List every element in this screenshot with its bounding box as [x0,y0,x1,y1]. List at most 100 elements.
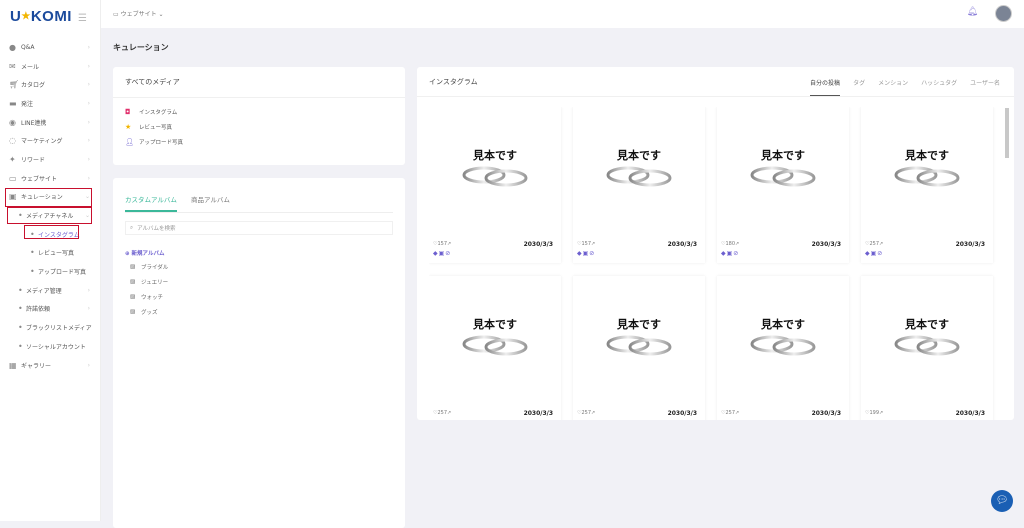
post-card[interactable]: 見本です ♡257↗ 2030/3/3 ◆▣⊘ [429,276,561,420]
post-card[interactable]: 見本です ♡157↗ 2030/3/3 ◆▣⊘ [429,107,561,263]
album-item[interactable]: ▨ ジュエリー [113,274,405,289]
sidebar-item-label: ギャラリー [21,362,52,370]
bullet-icon: • [30,267,35,277]
album-label: ジュエリー [141,279,169,286]
sidebar-item[interactable]: • レビュー写真 [0,244,100,263]
post-card[interactable]: 見本です ♡257↗ 2030/3/3 ◆▣⊘ [717,276,849,420]
external-link-icon[interactable]: ↗ [879,241,883,247]
post-card[interactable]: 見本です ♡157↗ 2030/3/3 ◆▣⊘ [573,107,705,263]
album-label: ブライダル [141,264,169,271]
post-date: 2030/3/3 [955,410,985,417]
sidebar-item[interactable]: ▬ 発注 › [0,94,100,113]
sidebar-item[interactable]: ▭ ウェブサイト › [0,169,100,188]
sidebar-item-label: 許諾依頼 [26,306,51,314]
cart-icon: 🛒︎ [9,80,20,90]
post-card[interactable]: 見本です ♡199↗ 2030/3/3 ◆▣⊘ [861,276,993,420]
chevron-icon: › [87,286,90,294]
logo[interactable]: U★KOMI [10,8,72,25]
album-item[interactable]: ▨ ブライダル [113,259,405,274]
post-date: 2030/3/3 [523,241,553,248]
sidebar-item[interactable]: • ソーシャルアカウント [0,337,100,356]
block-icon[interactable]: ⊘ [877,250,883,257]
image-icon: ▨ [130,278,136,285]
chevron-icon: › [87,118,90,126]
block-icon[interactable]: ⊘ [877,419,883,420]
bullet-icon: • [30,248,35,258]
likes-value: 257 [581,410,592,416]
likes-value: 157 [581,241,592,247]
tab-instagram[interactable]: ユーザー名 [970,78,1000,96]
rings-image [750,166,816,187]
external-link-icon[interactable]: ↗ [735,410,739,416]
block-icon[interactable]: ⊘ [733,250,739,257]
block-icon[interactable]: ⊘ [589,250,595,257]
sidebar-item-label: メール [21,63,40,71]
sidebar-item[interactable]: • メディア管理 › [0,281,100,300]
gift-icon: ✦ [9,154,16,164]
tab-custom-album[interactable]: カスタムアルバム [125,194,177,212]
media-instagram[interactable]: ◘ インスタグラム [113,104,405,119]
bell-icon[interactable]: 🔔︎ [967,7,978,17]
likes-value: 257 [437,410,448,416]
chevron-icon: › [87,99,90,107]
sidebar-item[interactable]: • ブラックリストメディア [0,318,100,337]
image-icon: ▨ [130,263,136,270]
rings-image [606,335,672,356]
like-count: ♡157↗ [577,241,596,247]
album-search-input[interactable]: ⌕ アルバムを検索 [125,221,393,235]
like-count: ♡157↗ [433,241,452,247]
chevron-icon: › [87,62,90,70]
tab-instagram[interactable]: メンション [878,78,908,96]
chat-icon: ● [9,42,16,52]
external-link-icon[interactable]: ↗ [879,410,883,416]
sidebar-item[interactable]: ● Q&A › [0,38,100,57]
sidebar-item[interactable]: • アップロード写真 [0,262,100,281]
tab-product-album[interactable]: 商品アルバム [191,194,230,212]
sidebar-item[interactable]: ◌ マーケティング › [0,131,100,150]
like-count: ♡257↗ [433,410,452,416]
external-link-icon[interactable]: ↗ [447,410,451,416]
sidebar-item[interactable]: • 許諾依頼 › [0,300,100,319]
bullet-icon: • [18,323,23,333]
instagram-icon: ◘ [125,107,131,116]
menu-toggle-icon[interactable]: ☰ [78,13,88,24]
external-link-icon[interactable]: ↗ [591,241,595,247]
block-icon[interactable]: ⊘ [589,419,595,420]
post-card[interactable]: 見本です ♡257↗ 2030/3/3 ◆▣⊘ [861,107,993,263]
card-title: インスタグラム [429,78,478,86]
highlight-box [5,188,92,207]
external-link-icon[interactable]: ↗ [735,241,739,247]
sidebar-item-label: マーケティング [21,138,63,146]
external-link-icon[interactable]: ↗ [591,410,595,416]
sidebar-item[interactable]: ✦ リワード › [0,150,100,169]
block-icon[interactable]: ⊘ [445,250,451,257]
post-grid: 見本です ♡157↗ 2030/3/3 ◆▣⊘ 見本です ♡157↗ 2030/3/3 ◆▣⊘… [429,107,1005,420]
post-action-icons: ◆▣⊘ [865,250,883,257]
album-item[interactable]: ▨ ウォッチ [113,289,405,304]
album-item[interactable]: ▨ グッズ [113,304,405,319]
post-card[interactable]: 見本です ♡180↗ 2030/3/3 ◆▣⊘ [717,107,849,263]
sidebar-item-label: メディア管理 [26,287,62,295]
external-link-icon[interactable]: ↗ [447,241,451,247]
sidebar-item[interactable]: 🛒︎ カタログ › [0,75,100,94]
scrollbar[interactable] [1005,103,1010,419]
post-card[interactable]: 見本です ♡257↗ 2030/3/3 ◆▣⊘ [573,276,705,420]
block-icon[interactable]: ⊘ [733,419,739,420]
instagram-card: インスタグラム 自分の投稿 タグ メンション ハッシュタグ ユーザー名 見本です ♡157… [417,67,1014,420]
block-icon[interactable]: ⊘ [445,419,451,420]
sidebar-item[interactable]: ▦ ギャラリー › [0,356,100,375]
media-upload[interactable]: 👤︎ アップロード写真 [113,134,405,149]
tab-instagram[interactable]: 自分の投稿 [810,78,841,96]
avatar[interactable] [995,5,1012,22]
post-image-text: 見本です [473,318,517,331]
chat-button[interactable]: 💬︎ [991,490,1013,512]
bullet-icon: • [18,341,23,351]
new-album-button[interactable]: ⊕ 新規アルバム [113,243,405,259]
media-review[interactable]: ★ レビュー写真 [113,119,405,134]
sidebar-item[interactable]: ◉ LINE連携 › [0,113,100,132]
tab-instagram[interactable]: ハッシュタグ [921,78,957,96]
post-date: 2030/3/3 [811,410,841,417]
breadcrumb[interactable]: ▭ ウェブサイト ⌄ [113,9,164,18]
tab-instagram[interactable]: タグ [853,78,865,96]
sidebar-item[interactable]: ✉ メール › [0,57,100,76]
